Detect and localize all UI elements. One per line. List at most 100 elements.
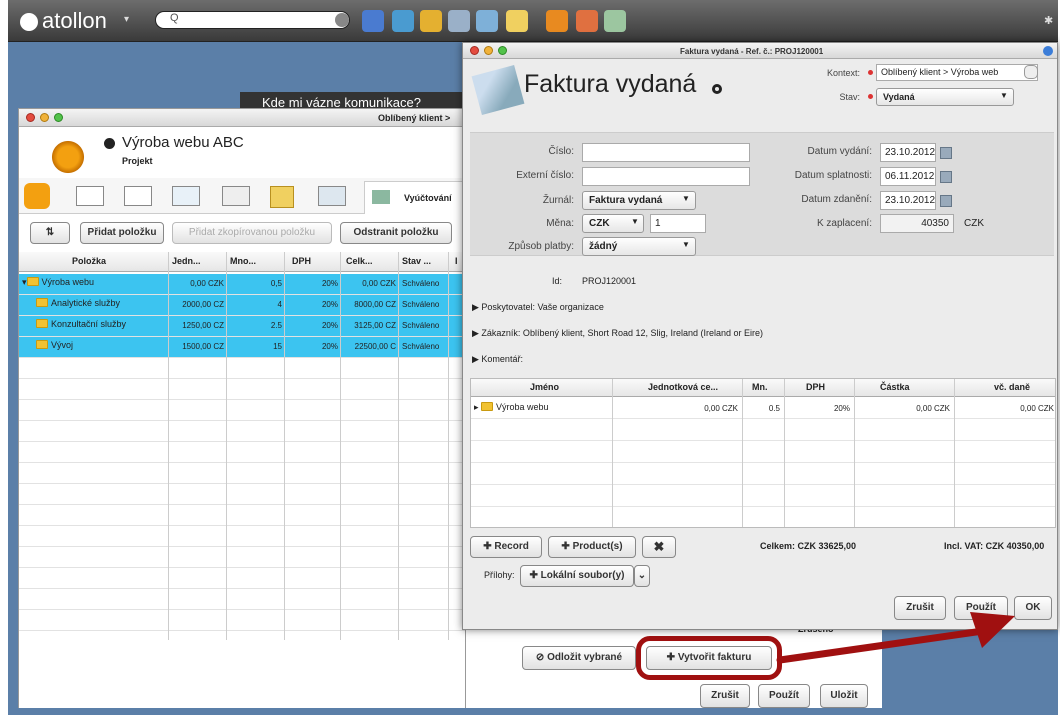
calendar-icon[interactable]	[940, 171, 952, 183]
comment-toggle[interactable]: ▶ Komentář:	[472, 354, 523, 365]
expand-icon[interactable]: ▾	[22, 277, 27, 287]
zoom-icon[interactable]	[54, 113, 63, 122]
add-products-button[interactable]: ✚ Product(s)	[548, 536, 636, 558]
local-files-button[interactable]: ✚ Lokální soubor(y)	[520, 565, 634, 587]
col-qty[interactable]: Mn.	[752, 382, 768, 392]
info-icon[interactable]	[1043, 46, 1053, 56]
help-icon[interactable]	[362, 10, 384, 32]
state-label: Stav:	[839, 92, 860, 102]
add-item-button[interactable]: Přidat položku	[80, 222, 164, 244]
payment-select[interactable]: žádný	[582, 237, 696, 256]
delete-row-button[interactable]: ✖	[642, 536, 676, 558]
invoice-total: Celkem: CZK 33625,00	[760, 541, 857, 551]
row-name: Výroba webu	[496, 402, 549, 412]
row-qty: 2.5	[270, 321, 282, 330]
provider-text: Poskytovatel: Vaše organizace	[481, 302, 604, 312]
folder-icon	[36, 340, 48, 349]
chevron-down-icon: ▼	[682, 194, 690, 203]
row-qty: 4	[277, 300, 282, 309]
project-type: Projekt	[122, 156, 153, 166]
id-value: PROJ120001	[582, 276, 637, 286]
col-unit[interactable]: Jedn...	[172, 256, 201, 266]
tools-icon[interactable]	[576, 10, 598, 32]
annotation-arrow-icon	[776, 612, 1015, 664]
cancel-button[interactable]: Zrušit	[700, 684, 750, 708]
tax-date-field[interactable]: 23.10.2012	[880, 191, 936, 210]
table-row[interactable]: ▸ Výroba webu	[474, 402, 549, 413]
save-button[interactable]: Uložit	[820, 684, 868, 708]
col-item[interactable]: Položka	[72, 256, 106, 266]
col-gross[interactable]: vč. daně	[994, 382, 1030, 392]
col-vat[interactable]: DPH	[806, 382, 825, 392]
projects-icon[interactable]	[546, 10, 568, 32]
close-icon[interactable]	[470, 46, 479, 55]
sort-button[interactable]: ⇅	[30, 222, 70, 244]
due-date-field[interactable]: 06.11.2012	[880, 167, 936, 186]
table-row[interactable]: ▾ Výroba webu	[22, 277, 94, 288]
close-icon[interactable]	[26, 113, 35, 122]
atollon-logo-icon[interactable]	[20, 13, 38, 31]
calendar-icon[interactable]	[940, 195, 952, 207]
add-record-button[interactable]: ✚ Record	[470, 536, 542, 558]
state-select[interactable]: Vydaná	[876, 88, 1014, 106]
exchange-rate-field[interactable]: 1	[650, 214, 706, 233]
zoom-icon[interactable]	[498, 46, 507, 55]
folder-icon	[36, 298, 48, 307]
local-files-dropdown[interactable]: ⌄	[634, 565, 650, 587]
apply-button[interactable]: Použít	[758, 684, 810, 708]
tab-list-icon[interactable]	[172, 186, 200, 206]
mail-icon[interactable]	[476, 10, 498, 32]
provider-toggle[interactable]: ▶ Poskytovatel: Vaše organizace	[472, 302, 604, 313]
add-copied-item-button[interactable]: Přidat zkopírovanou položku	[172, 222, 332, 244]
col-unit-price[interactable]: Jednotková ce...	[648, 382, 718, 392]
context-field[interactable]: Oblíbený klient > Výroba web	[876, 64, 1038, 81]
col-name[interactable]: Jméno	[530, 382, 559, 392]
chevron-down-icon: ▼	[1000, 91, 1008, 100]
global-search-input[interactable]	[155, 11, 350, 29]
minimize-icon[interactable]	[40, 113, 49, 122]
calendar-icon[interactable]	[392, 10, 414, 32]
col-divider	[340, 252, 341, 654]
number-field[interactable]	[582, 143, 750, 162]
settings-icon[interactable]: ✱	[1044, 14, 1053, 27]
disclosure-icon: ▶	[472, 354, 482, 364]
col-status[interactable]: Stav ...	[402, 256, 431, 266]
table-row[interactable]: Konzultační služby	[36, 319, 126, 329]
expand-icon[interactable]: ▸	[474, 402, 481, 412]
row-status: Schváleno	[402, 342, 440, 351]
tab-mail-icon[interactable]	[222, 186, 250, 206]
col-qty[interactable]: Mno...	[230, 256, 256, 266]
minimize-icon[interactable]	[484, 46, 493, 55]
money-icon[interactable]	[604, 10, 626, 32]
col-divider	[954, 379, 955, 527]
tab-calendar-icon[interactable]	[76, 186, 104, 206]
journal-select[interactable]: Faktura vydaná	[582, 191, 696, 210]
col-vat[interactable]: DPH	[292, 256, 311, 266]
contacts-icon[interactable]	[448, 10, 470, 32]
tab-docs-icon[interactable]	[318, 186, 346, 206]
remove-item-button[interactable]: Odstranit položku	[340, 222, 452, 244]
col-more[interactable]: I	[455, 256, 458, 266]
context-picker-icon[interactable]	[1024, 65, 1038, 79]
col-total[interactable]: Celk...	[346, 256, 373, 266]
tab-overview-icon[interactable]	[24, 183, 50, 209]
stats-icon[interactable]	[420, 10, 442, 32]
issue-date-field[interactable]: 23.10.2012	[880, 143, 936, 162]
table-row[interactable]: Analytické služby	[36, 298, 120, 308]
row-total: 0,00 CZK	[362, 279, 396, 288]
to-pay-field: 40350	[880, 214, 954, 233]
calendar-icon[interactable]	[940, 147, 952, 159]
chevron-down-icon[interactable]: ▾	[124, 14, 129, 25]
required-dot	[868, 70, 873, 75]
customer-text: Zákazník: Oblíbený klient, Short Road 12…	[481, 328, 764, 338]
tab-tasks-icon[interactable]	[270, 186, 294, 208]
col-amount[interactable]: Částka	[880, 382, 910, 392]
customer-toggle[interactable]: ▶ Zákazník: Oblíbený klient, Short Road …	[472, 328, 763, 339]
cancel-selected-button[interactable]: ⊘ Odložit vybrané	[522, 646, 636, 670]
col-divider	[742, 379, 743, 527]
table-row[interactable]: Vývoj	[36, 340, 73, 350]
tab-timesheet-icon[interactable]	[124, 186, 152, 206]
ext-number-field[interactable]	[582, 167, 750, 186]
tasks-icon[interactable]	[506, 10, 528, 32]
clear-search-icon[interactable]	[335, 13, 349, 27]
